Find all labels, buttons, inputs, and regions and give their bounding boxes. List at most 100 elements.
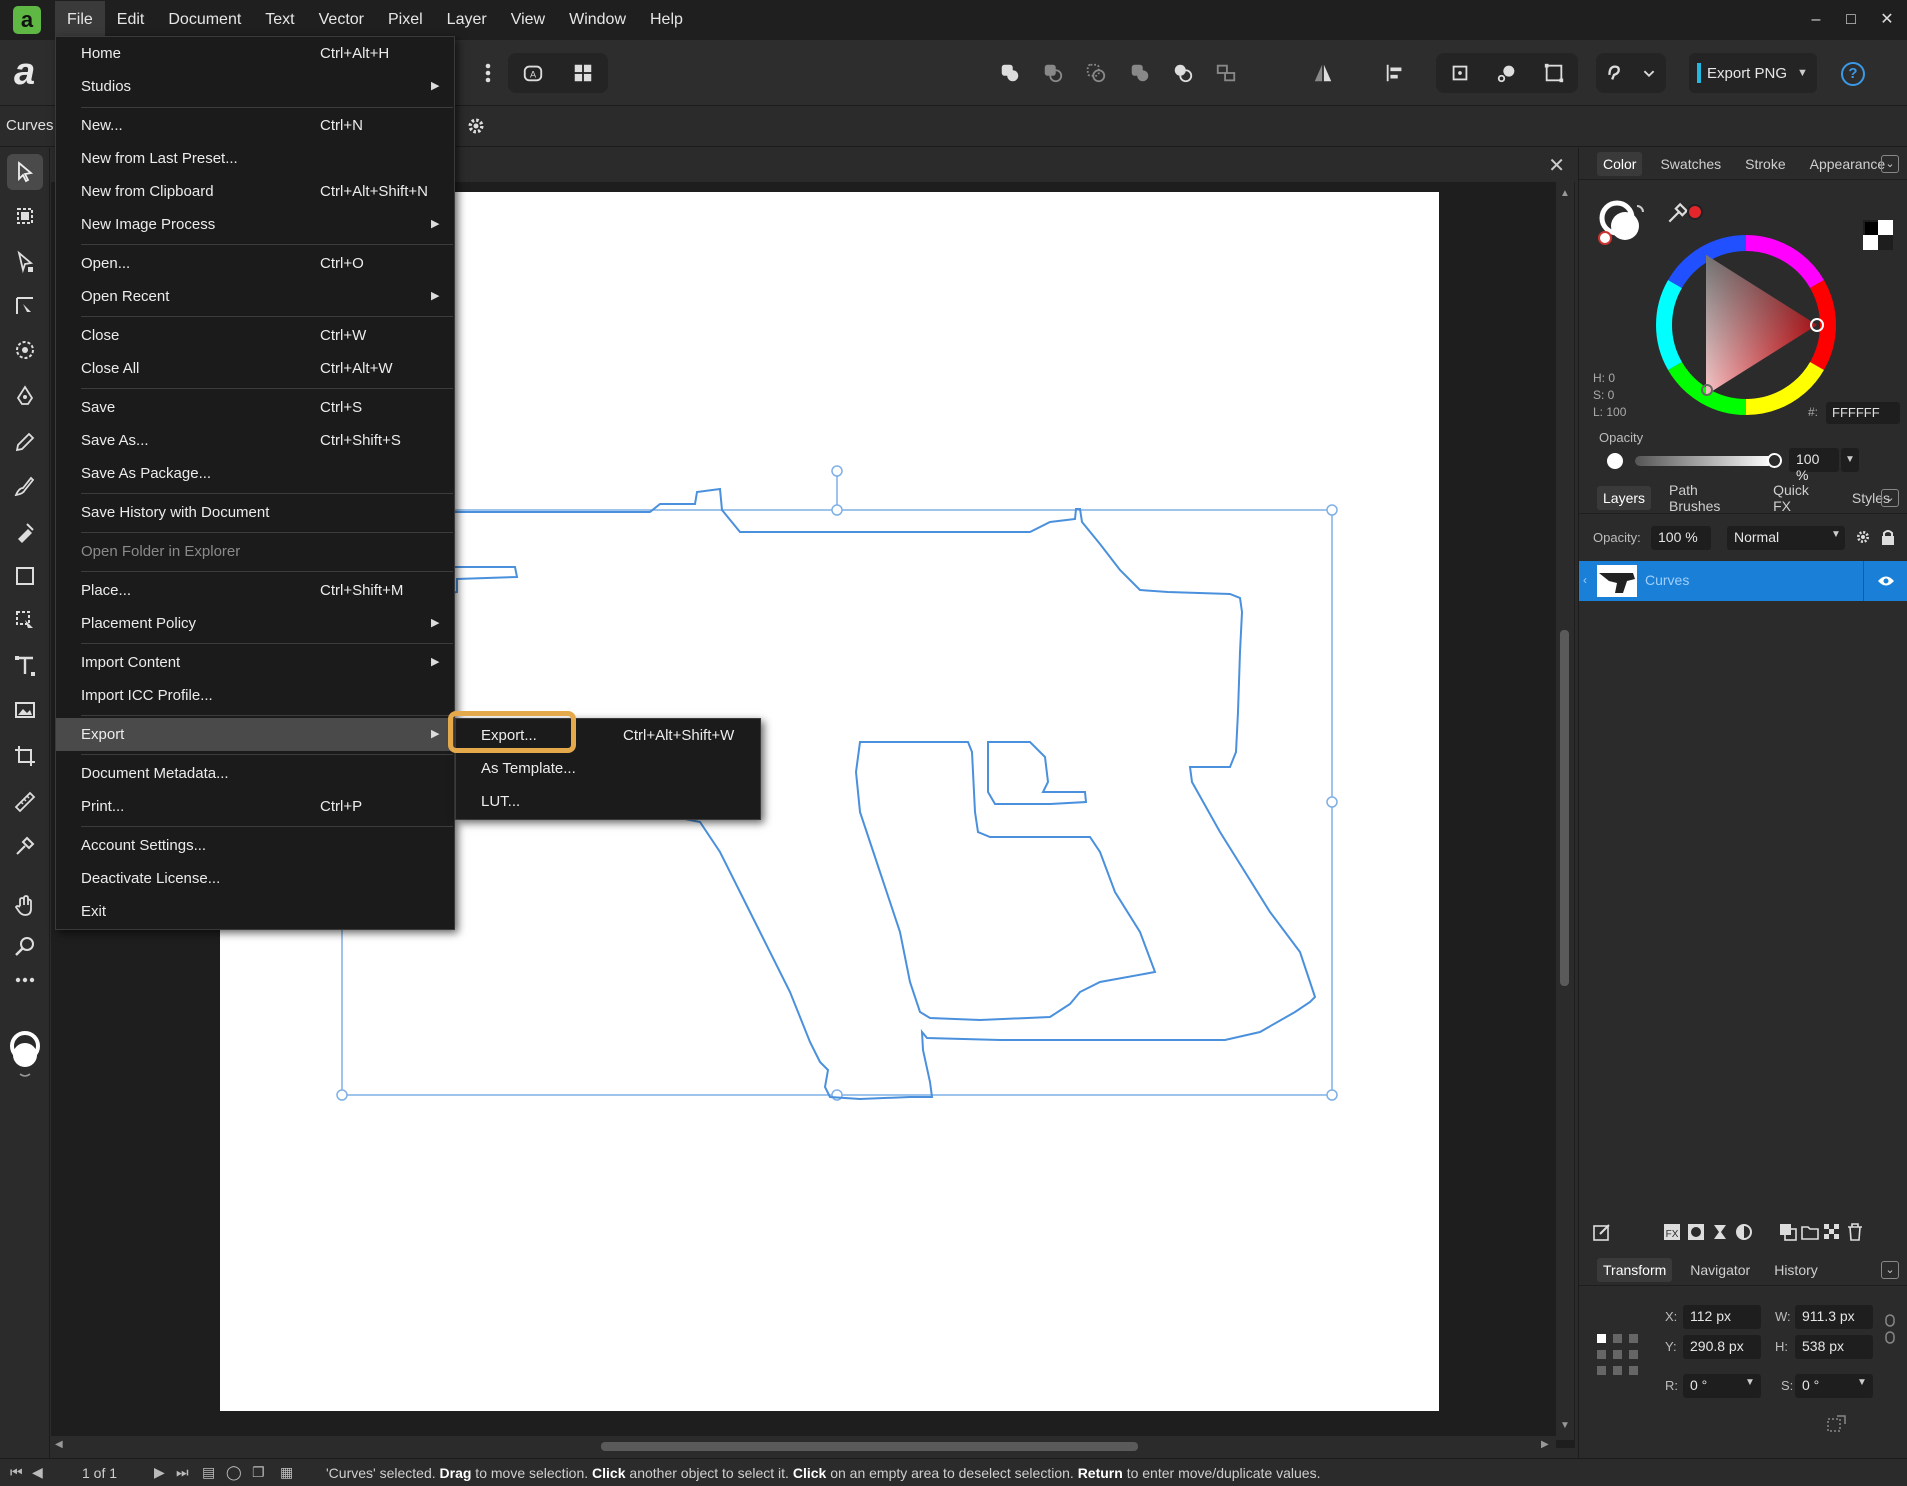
menu-item-exit[interactable]: Exit — [56, 895, 454, 928]
hex-input[interactable]: FFFFFF — [1826, 402, 1900, 424]
x-field[interactable]: 112 px — [1683, 1305, 1761, 1329]
crop-tool-icon[interactable] — [7, 738, 43, 774]
vertical-scrollbar[interactable]: ▲ ▼ — [1556, 182, 1574, 1440]
layer-row[interactable]: ‹ Curves — [1579, 561, 1907, 601]
subtract-shapes-icon[interactable] — [1041, 61, 1065, 85]
last-page-icon[interactable]: ⏭ — [176, 1464, 189, 1481]
picked-color-swatch[interactable] — [1687, 204, 1703, 220]
opacity-field[interactable]: 100 % — [1789, 448, 1839, 483]
lock-icon[interactable] — [1881, 529, 1895, 549]
layer-settings-gear-icon[interactable] — [1855, 529, 1871, 549]
menu-item-new-from-last-preset[interactable]: New from Last Preset... — [56, 142, 454, 175]
menu-edit[interactable]: Edit — [105, 1, 157, 39]
artboard-tool-icon[interactable] — [7, 198, 43, 234]
help-icon[interactable]: ? — [1841, 62, 1865, 86]
divide-shapes-icon[interactable] — [1171, 61, 1195, 85]
mask-icon[interactable] — [1687, 1223, 1705, 1245]
h-field[interactable]: 538 px — [1795, 1335, 1873, 1359]
hand-tool-icon[interactable] — [7, 888, 43, 924]
horizontal-scrollbar[interactable]: ◀ ▶ — [51, 1436, 1556, 1456]
minimize-icon[interactable]: – — [1801, 8, 1831, 32]
intersect-shapes-icon[interactable] — [1084, 61, 1108, 85]
color-picker-tool-icon[interactable] — [7, 828, 43, 864]
tab-layers[interactable]: Layers — [1597, 485, 1652, 510]
collapse-panel-icon[interactable]: ⌄ — [1881, 1261, 1899, 1279]
vector-brush-tool-icon[interactable] — [7, 468, 43, 504]
layer-opacity-field[interactable]: 100 % — [1651, 526, 1711, 550]
arrange-icon[interactable] — [1214, 61, 1238, 85]
blend-mode-select[interactable]: Normal — [1727, 526, 1845, 550]
chevron-down-icon[interactable]: ▼ — [1797, 67, 1808, 79]
contour-tool-icon[interactable] — [7, 332, 43, 368]
menu-item-account-settings[interactable]: Account Settings... — [56, 829, 454, 862]
prev-page-icon[interactable]: ◀ — [32, 1464, 43, 1481]
scroll-right-icon[interactable]: ▶ — [1541, 1439, 1549, 1450]
bounding-box-icon[interactable] — [1542, 61, 1566, 85]
tab-swatches[interactable]: Swatches — [1654, 152, 1727, 176]
corner-tool-icon[interactable] — [7, 288, 43, 324]
menu-pixel[interactable]: Pixel — [376, 1, 435, 39]
aspect-lock-icon[interactable] — [1885, 1314, 1895, 1348]
transform-origin-icon[interactable] — [1448, 61, 1472, 85]
menu-item-new[interactable]: New... Ctrl+N — [56, 109, 454, 142]
fx-icon[interactable]: FX — [1663, 1223, 1681, 1245]
place-image-tool-icon[interactable] — [7, 692, 43, 728]
chevron-down-icon[interactable]: ▼ — [1841, 448, 1859, 472]
menu-file[interactable]: File — [55, 1, 105, 39]
more-options-icon[interactable] — [478, 53, 498, 93]
view-icon[interactable]: ◯ — [226, 1464, 242, 1481]
menu-layer[interactable]: Layer — [435, 1, 499, 39]
menu-item-export-as-template[interactable]: As Template... — [456, 752, 760, 785]
pen-tool-icon[interactable] — [7, 378, 43, 414]
horizontal-scroll-thumb[interactable] — [601, 1442, 1138, 1451]
opacity-slider[interactable] — [1635, 456, 1773, 466]
shape-builder-tool-icon[interactable] — [7, 602, 43, 638]
page-icon[interactable]: ▤ — [202, 1464, 215, 1481]
scroll-down-icon[interactable]: ▼ — [1560, 1420, 1570, 1431]
scroll-left-icon[interactable]: ◀ — [55, 1439, 63, 1450]
node-tool-icon[interactable] — [7, 244, 43, 280]
scroll-up-icon[interactable]: ▲ — [1560, 188, 1570, 199]
export-png-button[interactable]: Export PNG ▼ — [1689, 53, 1817, 93]
close-document-icon[interactable]: ✕ — [1548, 153, 1565, 178]
menu-item-studios[interactable]: Studios ▶ — [56, 70, 454, 103]
menu-item-import-icc-profile[interactable]: Import ICC Profile... — [56, 679, 454, 712]
grid-icon[interactable] — [571, 61, 595, 85]
add-pixel-layer-icon[interactable] — [1823, 1223, 1841, 1245]
menu-item-placement-policy[interactable]: Placement Policy ▶ — [56, 607, 454, 640]
vertical-scroll-thumb[interactable] — [1560, 630, 1569, 986]
menu-item-print[interactable]: Print... Ctrl+P — [56, 790, 454, 823]
fill-stroke-selector-icon[interactable] — [1597, 198, 1647, 248]
chevron-down-icon[interactable]: ▼ — [1857, 1377, 1867, 1388]
tab-stroke[interactable]: Stroke — [1739, 152, 1791, 176]
menu-item-save-history[interactable]: Save History with Document — [56, 496, 454, 529]
menu-item-new-image-process[interactable]: New Image Process ▶ — [56, 208, 454, 241]
zoom-tool-icon[interactable] — [7, 928, 43, 964]
maximize-icon[interactable]: □ — [1836, 8, 1866, 32]
anchor-point-selector-icon[interactable] — [1595, 1332, 1641, 1382]
text-frame-icon[interactable]: A — [521, 61, 545, 85]
transform-options-icon[interactable] — [1827, 1414, 1847, 1436]
tab-transform[interactable]: Transform — [1597, 1257, 1673, 1282]
chevron-down-icon[interactable]: ▼ — [1831, 529, 1841, 540]
menu-text[interactable]: Text — [253, 1, 306, 39]
add-folder-icon[interactable] — [1801, 1223, 1819, 1245]
edit-layer-icon[interactable] — [1593, 1223, 1611, 1245]
tab-color[interactable]: Color — [1597, 151, 1643, 176]
align-icon[interactable] — [1380, 53, 1410, 93]
menu-item-deactivate-license[interactable]: Deactivate License... — [56, 862, 454, 895]
menu-item-open[interactable]: Open... Ctrl+O — [56, 247, 454, 280]
expand-layer-icon[interactable]: ‹ — [1583, 573, 1587, 587]
tab-path-brushes[interactable]: Path Brushes — [1663, 478, 1755, 518]
menu-item-home[interactable]: Home Ctrl+Alt+H — [56, 37, 454, 70]
fill-stroke-swatch-icon[interactable] — [10, 1030, 40, 1080]
tab-appearance[interactable]: Appearance — [1804, 152, 1892, 176]
persona-logo-icon[interactable]: a — [14, 53, 44, 91]
menu-item-save[interactable]: Save Ctrl+S — [56, 391, 454, 424]
menu-item-export-lut[interactable]: LUT... — [456, 785, 760, 818]
tab-quick-fx[interactable]: Quick FX — [1767, 478, 1834, 518]
live-filter-icon[interactable] — [1735, 1223, 1753, 1245]
menu-help[interactable]: Help — [638, 1, 695, 39]
move-tool-icon[interactable] — [7, 154, 43, 190]
rectangle-tool-icon[interactable] — [7, 558, 43, 594]
